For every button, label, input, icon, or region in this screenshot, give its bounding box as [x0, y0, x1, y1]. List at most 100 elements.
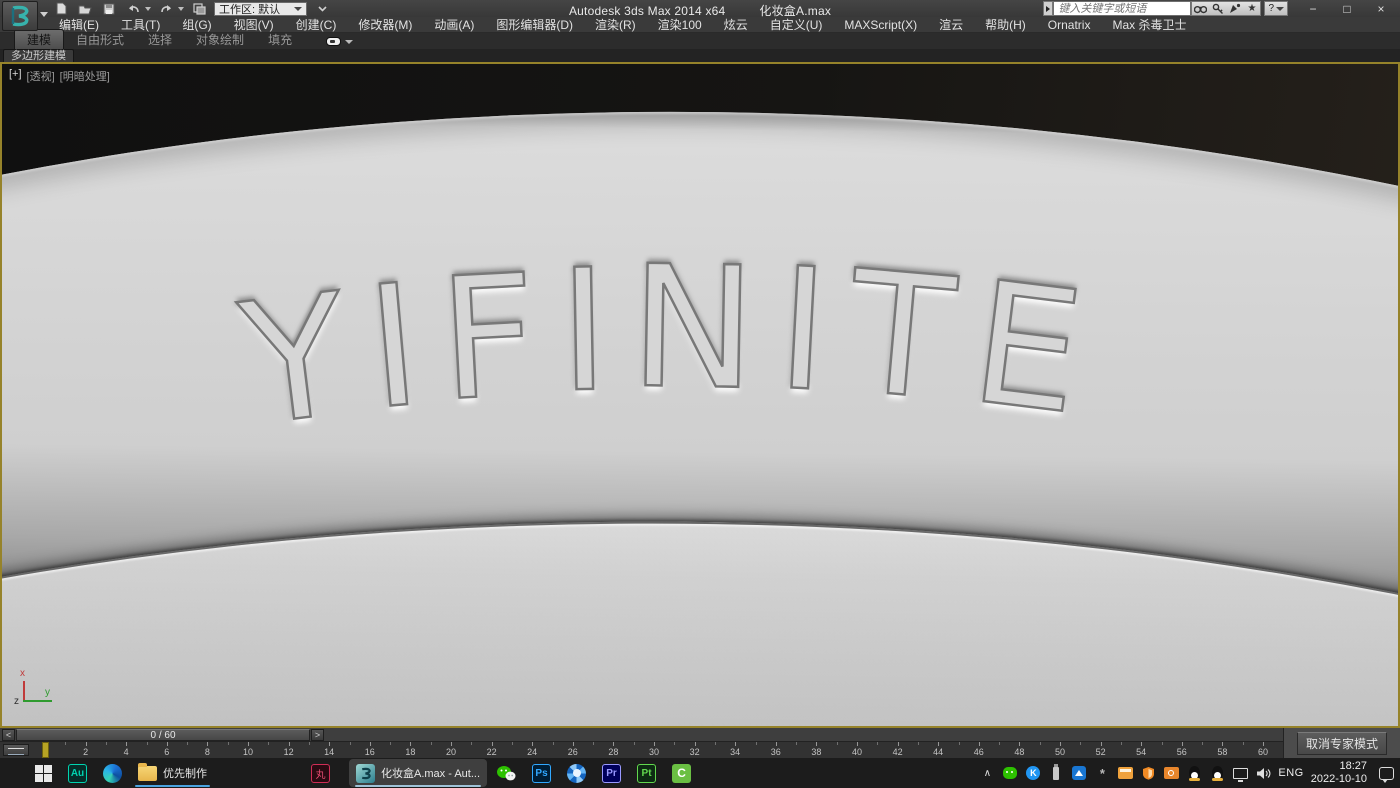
- menu-item[interactable]: 炫云: [713, 16, 759, 33]
- cancel-expert-mode-button[interactable]: 取消专家模式: [1296, 731, 1387, 755]
- time-slider-thumb[interactable]: 0 / 60: [16, 729, 310, 741]
- workspace-selector[interactable]: 工作区: 默认: [214, 1, 308, 16]
- search-input[interactable]: [1053, 1, 1192, 16]
- restore-button[interactable]: □: [1330, 0, 1364, 17]
- taskbar-item-camtasia[interactable]: C: [665, 759, 698, 787]
- taskbar-item-audition[interactable]: Au: [61, 759, 94, 787]
- embossed-model-text[interactable]: YIFINITE: [231, 228, 1144, 465]
- menu-item[interactable]: 动画(A): [423, 16, 485, 33]
- start-button[interactable]: [28, 759, 59, 787]
- taskbar-item-aperture-app[interactable]: [560, 759, 593, 787]
- ribbon-tab[interactable]: 填充: [256, 30, 304, 49]
- subscription-key-icon[interactable]: [1209, 2, 1226, 15]
- ruler-tick: [248, 742, 249, 746]
- app-menu-button[interactable]: [2, 1, 38, 31]
- menu-item[interactable]: 自定义(U): [759, 16, 834, 33]
- ruler-tick: [1222, 742, 1224, 746]
- model-letter: E: [961, 243, 1093, 453]
- save-file-button[interactable]: [100, 1, 118, 16]
- infocenter-collapse-button[interactable]: [1043, 1, 1054, 16]
- redo-button[interactable]: [157, 1, 175, 16]
- current-frame-marker[interactable]: [42, 742, 49, 758]
- perspective-viewport[interactable]: YIFINITE [+] [透视] [明暗处理] x y z: [0, 62, 1400, 728]
- viewport-pov-label[interactable]: [透视]: [27, 68, 55, 84]
- tray-camera-icon[interactable]: [1163, 765, 1179, 781]
- ruler-tick: [207, 742, 209, 746]
- ruler-tick: [593, 742, 595, 745]
- language-indicator[interactable]: ENG: [1278, 765, 1303, 781]
- track-bar-ruler[interactable]: 0246810121416182022242628303234363840424…: [0, 742, 1283, 758]
- polygon-modeling-panel-tab[interactable]: 多边形建模: [3, 49, 74, 62]
- model-letter: I: [359, 246, 428, 448]
- taskbar-item-photoshop[interactable]: Ps: [525, 759, 558, 787]
- communication-center-icon[interactable]: [1226, 2, 1243, 15]
- menu-item[interactable]: 渲云: [928, 16, 974, 33]
- ribbon-tab[interactable]: 建模: [14, 29, 65, 49]
- mini-curve-editor-button[interactable]: [3, 744, 29, 756]
- ruler-tick: [633, 742, 635, 745]
- ruler-frame-number: 48: [1014, 747, 1025, 757]
- ruler-frame-number: 18: [405, 747, 416, 757]
- open-file-button[interactable]: [76, 1, 94, 16]
- tray-shield-icon[interactable]: [1140, 765, 1156, 781]
- ruler-frame-number: 42: [892, 747, 903, 757]
- menu-item[interactable]: MAXScript(X): [833, 18, 928, 32]
- close-button[interactable]: ×: [1364, 0, 1398, 17]
- taskbar-item-3dsmax[interactable]: 化妆盒A.max - Aut...: [349, 759, 488, 787]
- desktop: Autodesk 3ds Max 2014 x64化妆盒A.max ★ ?: [0, 0, 1400, 788]
- taskbar-item-folder-window[interactable]: 优先制作: [131, 759, 214, 787]
- undo-button[interactable]: [124, 1, 142, 16]
- tray-expand-chevron-icon[interactable]: ∧: [979, 765, 995, 781]
- taskbar-item-premiere[interactable]: Pr: [595, 759, 628, 787]
- notification-center-icon[interactable]: [1378, 765, 1394, 783]
- taskbar-item-painter[interactable]: Pt: [630, 759, 663, 787]
- taskbar-item-wechat[interactable]: [489, 759, 523, 787]
- viewport-menu-plus[interactable]: [+]: [9, 68, 22, 84]
- menu-item[interactable]: 渲染(R): [584, 16, 647, 33]
- menu-item[interactable]: Max 杀毒卫士: [1101, 16, 1197, 33]
- ruler-tick: [755, 742, 757, 745]
- taskbar: Au 优先制作 丸 化妆盒A.max - Aut... Ps Pr Pt C ∧…: [0, 758, 1400, 788]
- redo-dropdown-caret-icon[interactable]: [178, 6, 184, 11]
- app-menu-caret-icon[interactable]: [40, 12, 48, 17]
- tray-qq-icon-2[interactable]: [1209, 765, 1225, 781]
- new-scene-button[interactable]: [52, 1, 70, 16]
- search-binoculars-icon[interactable]: [1192, 2, 1209, 15]
- ruler-tick: [796, 742, 798, 745]
- undo-dropdown-caret-icon[interactable]: [145, 6, 151, 11]
- ruler-tick: [775, 742, 777, 746]
- menu-item[interactable]: 帮助(H): [974, 16, 1037, 33]
- volume-icon[interactable]: [1255, 765, 1271, 781]
- ruler-tick: [836, 742, 838, 745]
- network-icon[interactable]: [1232, 765, 1248, 782]
- ruler-tick: [1060, 742, 1061, 746]
- time-slider-track[interactable]: < 0 / 60 >: [0, 728, 1283, 742]
- ribbon-tab[interactable]: 对象绘制: [184, 30, 256, 49]
- tray-triangle-app-icon[interactable]: [1071, 765, 1087, 781]
- help-button[interactable]: ?: [1264, 1, 1288, 16]
- tray-asterisk-icon[interactable]: *: [1094, 765, 1110, 781]
- ribbon-tab[interactable]: 选择: [136, 30, 184, 49]
- project-folder-button[interactable]: [190, 1, 208, 16]
- viewport-shading-label[interactable]: [明暗处理]: [60, 68, 110, 84]
- menu-item[interactable]: Ornatrix: [1037, 18, 1102, 32]
- minimize-button[interactable]: −: [1296, 0, 1330, 17]
- tray-usb-icon[interactable]: [1048, 763, 1064, 781]
- tray-qq-icon-1[interactable]: [1186, 765, 1202, 781]
- menu-item[interactable]: 图形编辑器(D): [485, 16, 584, 33]
- previous-frame-button[interactable]: <: [2, 729, 15, 741]
- taskbar-item-wan[interactable]: 丸: [304, 759, 337, 787]
- toolbar-overflow-button[interactable]: [313, 1, 331, 16]
- menu-item[interactable]: 修改器(M): [347, 16, 423, 33]
- favorites-star-icon[interactable]: ★: [1243, 2, 1260, 15]
- menu-item[interactable]: 渲染100: [647, 16, 713, 33]
- next-frame-button[interactable]: >: [311, 729, 324, 741]
- taskbar-clock[interactable]: 18:27 2022-10-10: [1311, 760, 1367, 786]
- taskbar-item-edge[interactable]: [96, 759, 129, 787]
- ribbon-display-toggle[interactable]: [326, 37, 354, 46]
- ruler-tick: [1039, 742, 1041, 745]
- tray-orange-panel-icon[interactable]: [1117, 765, 1133, 781]
- tray-wechat-icon[interactable]: [1002, 765, 1018, 781]
- tray-k-app-icon[interactable]: K: [1025, 765, 1041, 781]
- ribbon-tab[interactable]: 自由形式: [64, 30, 136, 49]
